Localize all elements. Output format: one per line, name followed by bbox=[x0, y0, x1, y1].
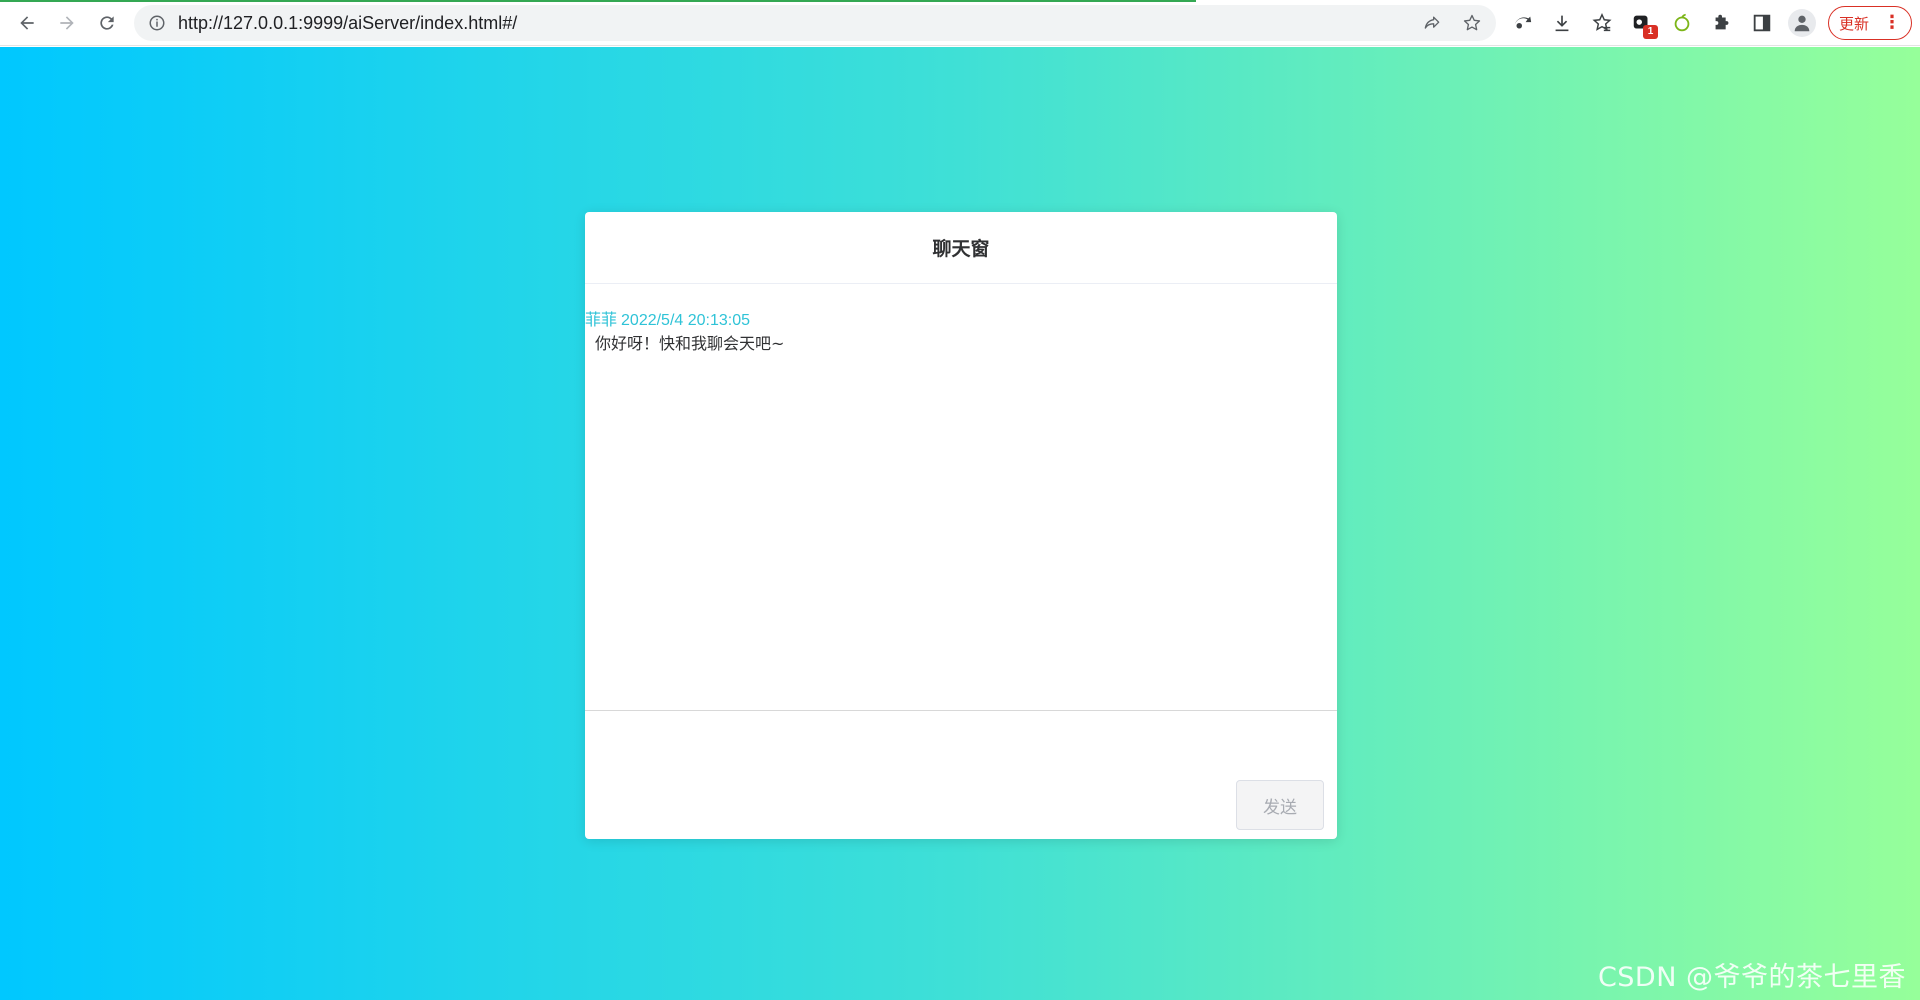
back-arrow-icon bbox=[20, 16, 34, 30]
chat-window: 聊天窗 菲菲 2022/5/4 20:13:05 你好呀！快和我聊会天吧~ 发送 bbox=[585, 212, 1337, 839]
chat-header: 聊天窗 bbox=[585, 212, 1337, 284]
message-time: 2022/5/4 20:13:05 bbox=[621, 312, 751, 329]
message-item: 菲菲 2022/5/4 20:13:05 你好呀！快和我聊会天吧~ bbox=[585, 310, 1337, 356]
update-label: 更新 bbox=[1838, 14, 1869, 33]
back-button[interactable] bbox=[10, 6, 44, 40]
reload-button[interactable] bbox=[90, 6, 124, 40]
forward-button[interactable] bbox=[50, 6, 84, 40]
page-background: 聊天窗 菲菲 2022/5/4 20:13:05 你好呀！快和我聊会天吧~ 发送 … bbox=[0, 47, 1920, 1000]
reading-list-star-icon[interactable] bbox=[1586, 7, 1618, 39]
browser-toolbar: http://127.0.0.1:9999/aiServer/index.htm… bbox=[0, 0, 1920, 46]
info-icon[interactable] bbox=[148, 14, 166, 32]
chat-input-area: 发送 bbox=[585, 711, 1337, 837]
page-load-progress bbox=[0, 0, 1196, 2]
watermark: CSDN @爷爷的茶七里香 bbox=[1597, 962, 1906, 993]
send-button[interactable]: 发送 bbox=[1236, 780, 1324, 830]
extension-badge-icon[interactable]: 1 bbox=[1626, 7, 1658, 39]
message-content: 你好呀！快和我聊会天吧~ bbox=[595, 334, 785, 353]
message-input[interactable] bbox=[585, 711, 1337, 773]
update-button[interactable]: 更新 ⋮ bbox=[1828, 6, 1912, 40]
green-apple-extension-icon[interactable] bbox=[1666, 7, 1698, 39]
url-text[interactable]: http://127.0.0.1:9999/aiServer/index.htm… bbox=[178, 13, 517, 34]
avatar-icon bbox=[1788, 9, 1816, 37]
message-list[interactable]: 菲菲 2022/5/4 20:13:05 你好呀！快和我聊会天吧~ bbox=[585, 284, 1337, 711]
puzzle-extensions-icon[interactable] bbox=[1706, 7, 1738, 39]
download-icon[interactable] bbox=[1546, 7, 1578, 39]
address-bar[interactable]: http://127.0.0.1:9999/aiServer/index.htm… bbox=[134, 5, 1496, 41]
more-menu-icon: ⋮ bbox=[1883, 12, 1901, 33]
translate-extension-icon[interactable] bbox=[1506, 7, 1538, 39]
extension-toolbar: 1 bbox=[1506, 6, 1818, 40]
message-meta: 菲菲 2022/5/4 20:13:05 bbox=[585, 310, 1337, 332]
profile-button[interactable] bbox=[1786, 7, 1818, 39]
star-icon[interactable] bbox=[1458, 9, 1486, 37]
reload-icon bbox=[100, 16, 114, 30]
forward-arrow-icon bbox=[60, 16, 74, 30]
side-panel-icon[interactable] bbox=[1746, 7, 1778, 39]
share-icon[interactable] bbox=[1418, 9, 1446, 37]
message-sender: 菲菲 bbox=[585, 312, 618, 329]
chat-title: 聊天窗 bbox=[932, 238, 990, 260]
notification-badge: 1 bbox=[1643, 25, 1658, 39]
